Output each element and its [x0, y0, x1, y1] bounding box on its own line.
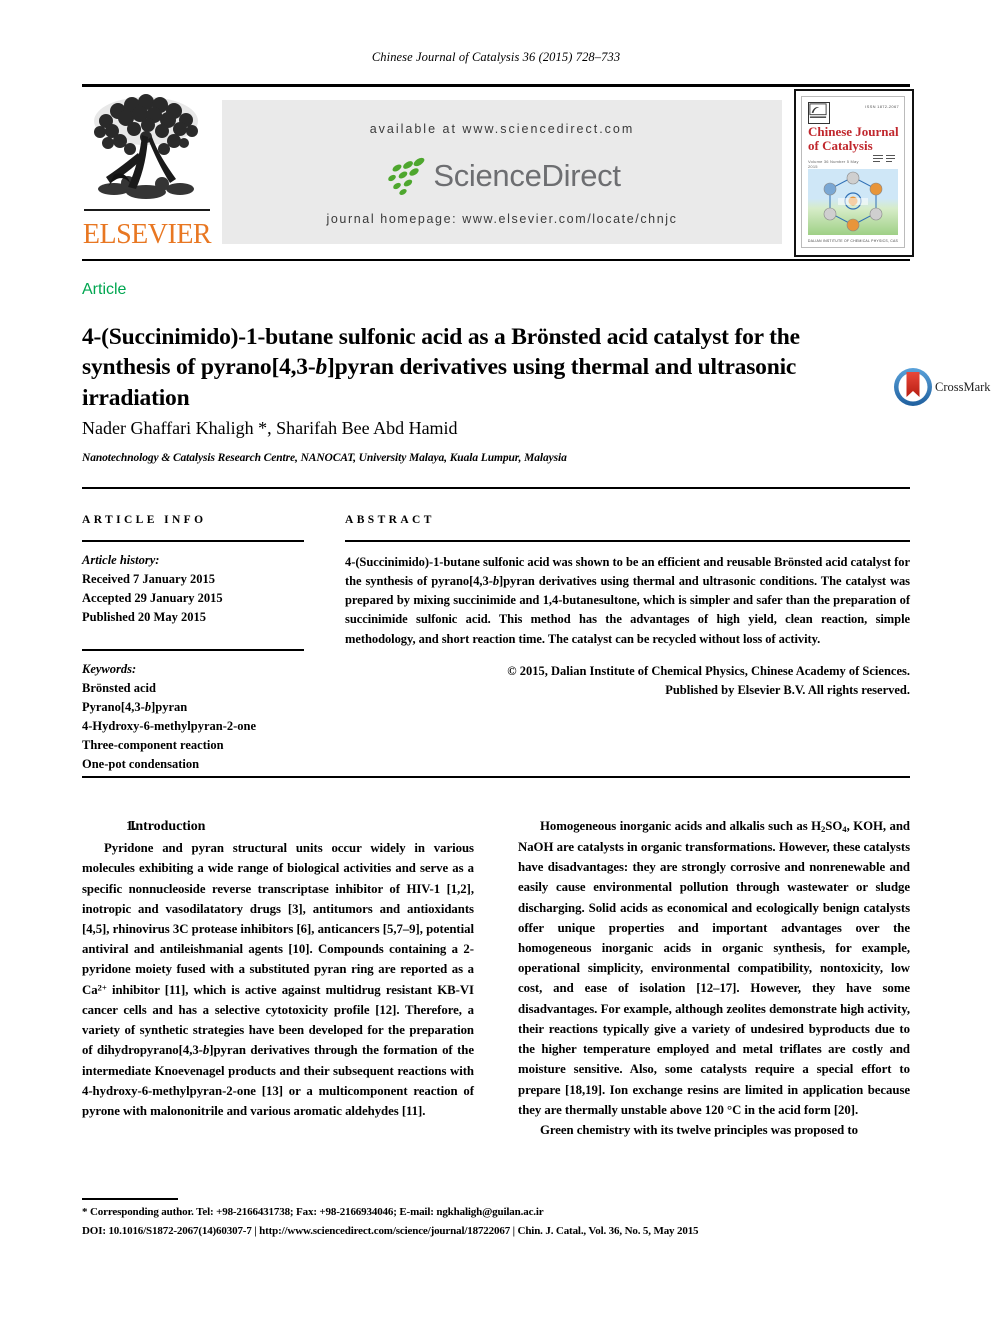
article-info-column: ARTICLE INFO Article history: Received 7…	[82, 514, 304, 774]
crossmark-badge[interactable]: CrossMark	[893, 362, 991, 412]
corresponding-author-note: * Corresponding author. Tel: +98-2166431…	[82, 1206, 544, 1218]
masthead-top-rule	[82, 84, 910, 87]
article-history-received: Received 7 January 2015	[82, 572, 215, 586]
article-info-rule	[82, 540, 304, 542]
body-column-right: Homogeneous inorganic acids and alkalis …	[518, 816, 910, 1140]
copyright-line-2: Published by Elsevier B.V. All rights re…	[665, 682, 910, 697]
elsevier-logo-rule	[84, 209, 210, 211]
cover-inner: ISSN 1872-2067 Chinese Journal of Cataly…	[801, 96, 905, 248]
paragraph-part-b: SO	[825, 819, 843, 833]
keywords-rule	[82, 649, 304, 651]
footnote-rule	[82, 1198, 178, 1200]
elsevier-tree-icon	[84, 91, 210, 211]
keywords-group: Keywords: Brönsted acid Pyrano[4,3-b]pyr…	[82, 660, 304, 774]
paragraph: Pyridone and pyran structural units occu…	[82, 838, 474, 1121]
copyright-line-1: © 2015, Dalian Institute of Chemical Phy…	[507, 663, 910, 678]
body-top-rule	[82, 776, 910, 778]
body-column-left: 1.Introduction Pyridone and pyran struct…	[82, 816, 474, 1121]
paragraph-part-a: Pyridone and pyran structural units occu…	[82, 841, 474, 997]
paper-page: Chinese Journal of Catalysis 36 (2015) 7…	[0, 0, 992, 1323]
cover-title: Chinese Journal of Catalysis	[808, 125, 900, 152]
paragraph-part-a: Homogeneous inorganic acids and alkalis …	[540, 819, 821, 833]
available-at-text: available at www.sciencedirect.com	[369, 122, 635, 136]
article-history-published: Published 20 May 2015	[82, 610, 206, 624]
article-info-heading: ARTICLE INFO	[82, 514, 207, 526]
article-type-label: Article	[82, 281, 127, 298]
sciencedirect-logo: ScienceDirect	[222, 152, 782, 200]
section-title: Introduction	[130, 819, 206, 834]
doi-line: DOI: 10.1016/S1872-2067(14)60307-7 | htt…	[82, 1225, 699, 1237]
page-title: 4-(Succinimido)-1-butane sulfonic acid a…	[82, 322, 882, 414]
keyword-item: Pyrano[4,3-b]pyran	[82, 700, 188, 714]
authors-rule	[82, 487, 910, 489]
sciencedirect-band: available at www.sciencedirect.com Scien…	[222, 100, 782, 244]
keyword-item: Brönsted acid	[82, 681, 156, 695]
affiliation: Nanotechnology & Catalysis Research Cent…	[82, 452, 567, 464]
article-history-accepted: Accepted 29 January 2015	[82, 591, 223, 605]
cover-issue-line: Volume 36 Number 5 May 2015	[808, 159, 859, 169]
cover-footer-text: DALIAN INSTITUTE OF CHEMICAL PHYSICS, CA…	[807, 239, 899, 243]
section-heading-introduction: 1.Introduction	[82, 816, 474, 838]
keyword-item: 4-Hydroxy-6-methylpyran-2-one	[82, 719, 257, 733]
abstract-heading: ABSTRACT	[345, 514, 435, 526]
cover-elsevier-mark-icon	[808, 102, 830, 124]
paragraph: Homogeneous inorganic acids and alkalis …	[518, 816, 910, 1120]
journal-masthead: ELSEVIER available at www.sciencedirect.…	[82, 89, 914, 257]
crossmark-icon	[893, 367, 933, 407]
elsevier-logo: ELSEVIER	[82, 91, 212, 251]
title-italic-b: b	[315, 354, 328, 381]
sciencedirect-leaves-icon	[383, 156, 429, 196]
authors-list: Nader Ghaffari Khaligh *, Sharifah Bee A…	[82, 418, 458, 438]
running-head: Chinese Journal of Catalysis 36 (2015) 7…	[371, 50, 621, 64]
abstract-body: 4-(Succinimido)-1-butane sulfonic acid w…	[345, 553, 910, 649]
paragraph: Green chemistry with its twelve principl…	[540, 1122, 858, 1137]
masthead-bottom-rule	[82, 259, 910, 261]
elsevier-wordmark: ELSEVIER	[82, 219, 212, 250]
paragraph-part-c: , KOH, and NaOH are catalysts in organic…	[518, 819, 911, 1117]
superscript-charge: 2+	[97, 982, 107, 992]
abstract-copyright: © 2015, Dalian Institute of Chemical Phy…	[345, 662, 910, 700]
abstract-column: ABSTRACT 4-(Succinimido)-1-butane sulfon…	[345, 514, 910, 700]
journal-cover-thumbnail: ISSN 1872-2067 Chinese Journal of Cataly…	[794, 89, 914, 257]
cover-chinese-mark-icon	[872, 153, 898, 167]
cover-title-line2: of Catalysis	[808, 137, 873, 153]
article-history-label: Article history:	[82, 553, 160, 567]
cover-issn: ISSN 1872-2067	[865, 104, 899, 109]
cover-title-line1: Chinese Journal	[808, 124, 899, 139]
section-number: 1.	[126, 819, 137, 834]
journal-homepage-text: journal homepage: www.elsevier.com/locat…	[326, 212, 678, 226]
cover-artwork	[808, 169, 898, 235]
crossmark-label: CrossMark	[935, 379, 991, 394]
keywords-label: Keywords:	[82, 662, 137, 676]
sciencedirect-wordmark: ScienceDirect	[433, 158, 621, 193]
keyword-item: Three-component reaction	[82, 738, 224, 752]
keyword-item: One-pot condensation	[82, 757, 200, 771]
article-history-group: Article history: Received 7 January 2015…	[82, 551, 304, 627]
abstract-rule	[345, 540, 910, 542]
